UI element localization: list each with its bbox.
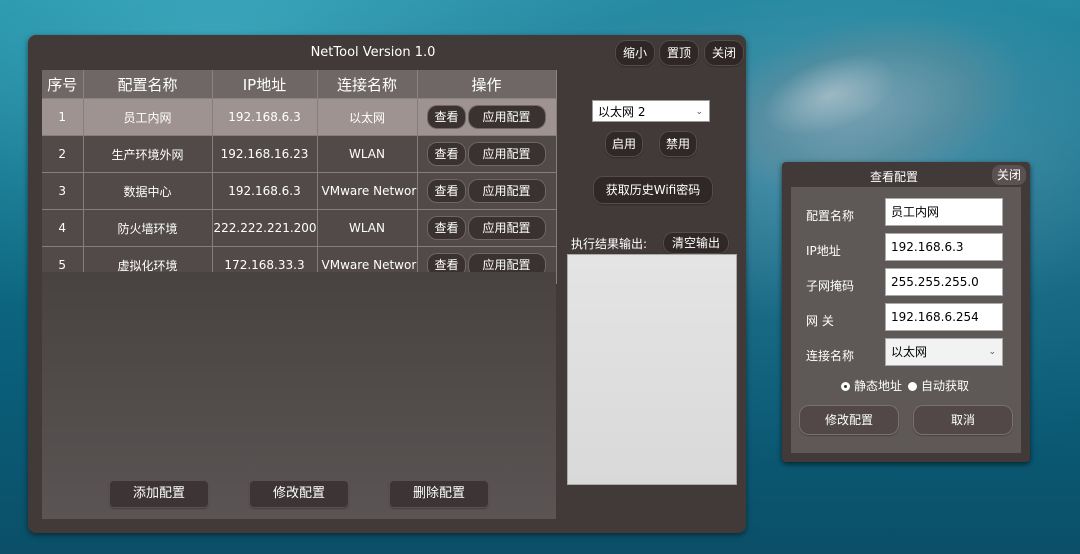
add-config-button[interactable]: 添加配置 xyxy=(110,481,208,507)
table-row[interactable]: 1 员工内网 192.168.6.3 以太网 查看 应用配置 xyxy=(42,98,557,136)
modify-config-button[interactable]: 修改配置 xyxy=(800,406,898,434)
row-number: 4 xyxy=(42,209,84,247)
apply-config-button[interactable]: 应用配置 xyxy=(468,143,545,165)
ip-field[interactable]: 192.168.6.3 xyxy=(885,233,1003,261)
dialog-body: 配置名称 员工内网 IP地址 192.168.6.3 子网掩码 255.255.… xyxy=(791,187,1021,453)
view-button[interactable]: 查看 xyxy=(428,217,465,239)
column-header: 连接名称 xyxy=(317,70,418,99)
apply-config-button[interactable]: 应用配置 xyxy=(468,217,545,239)
connection-name-label: 连接名称 xyxy=(806,349,855,363)
dhcp-label: 自动获取 xyxy=(921,379,970,393)
table-row[interactable]: 3 数据中心 192.168.6.3 VMware Network 查看 应用配置 xyxy=(42,172,557,210)
dialog-title: 查看配置 xyxy=(869,170,918,184)
adapter-select-value: 以太网 2 xyxy=(598,105,646,119)
chevron-down-icon: ⌄ xyxy=(695,107,703,117)
row-actions: 查看 应用配置 xyxy=(417,172,557,210)
row-number: 1 xyxy=(42,98,84,136)
row-ip: 192.168.16.23 xyxy=(212,135,318,173)
table-row[interactable]: 4 防火墙环境 222.222.221.200 WLAN 查看 应用配置 xyxy=(42,209,557,247)
view-button[interactable]: 查看 xyxy=(428,143,465,165)
row-config-name: 防火墙环境 xyxy=(83,209,213,247)
view-config-dialog: 查看配置 关闭 配置名称 员工内网 IP地址 192.168.6.3 子网掩码 … xyxy=(782,162,1030,462)
gateway-field[interactable]: 192.168.6.254 xyxy=(885,303,1003,331)
view-button[interactable]: 查看 xyxy=(428,180,465,202)
main-window: NetTool Version 1.0 缩小 置顶 关闭 序号 配置名称 IP地… xyxy=(28,35,746,533)
dialog-close-button[interactable]: 关闭 xyxy=(992,165,1027,185)
output-textarea[interactable] xyxy=(567,254,737,485)
dhcp-radio[interactable]: 自动获取 xyxy=(908,377,969,394)
connection-name-value: 以太网 xyxy=(891,345,928,359)
row-actions: 查看 应用配置 xyxy=(417,209,557,247)
disable-button[interactable]: 禁用 xyxy=(660,132,696,156)
apply-config-button[interactable]: 应用配置 xyxy=(468,106,545,128)
minimize-button[interactable]: 缩小 xyxy=(616,41,655,65)
column-header: IP地址 xyxy=(212,70,318,99)
static-address-label: 静态地址 xyxy=(854,379,903,393)
column-header: 操作 xyxy=(417,70,557,99)
chevron-down-icon: ⌄ xyxy=(988,347,996,357)
config-name-label: 配置名称 xyxy=(806,209,855,223)
row-ip: 192.168.6.3 xyxy=(212,98,318,136)
subnet-mask-label: 子网掩码 xyxy=(806,279,855,293)
adapter-select[interactable]: 以太网 2 ⌄ xyxy=(592,100,710,122)
column-header: 序号 xyxy=(42,70,84,99)
table-row[interactable]: 2 生产环境外网 192.168.16.23 WLAN 查看 应用配置 xyxy=(42,135,557,173)
subnet-mask-field[interactable]: 255.255.255.0 xyxy=(885,268,1003,296)
table-header: 序号 配置名称 IP地址 连接名称 操作 xyxy=(42,70,557,99)
enable-button[interactable]: 启用 xyxy=(606,132,642,156)
row-actions: 查看 应用配置 xyxy=(417,98,557,136)
close-button[interactable]: 关闭 xyxy=(705,41,744,65)
row-connection: WLAN xyxy=(317,209,418,247)
radio-unselected-icon xyxy=(908,382,917,391)
view-button[interactable]: 查看 xyxy=(428,106,465,128)
ip-label: IP地址 xyxy=(806,244,841,258)
delete-config-button[interactable]: 删除配置 xyxy=(390,481,488,507)
row-config-name: 员工内网 xyxy=(83,98,213,136)
row-config-name: 数据中心 xyxy=(83,172,213,210)
row-number: 3 xyxy=(42,172,84,210)
clear-output-button[interactable]: 清空输出 xyxy=(664,233,728,253)
row-connection: 以太网 xyxy=(317,98,418,136)
row-actions: 查看 应用配置 xyxy=(417,135,557,173)
row-connection: WLAN xyxy=(317,135,418,173)
row-number: 2 xyxy=(42,135,84,173)
window-title: NetTool Version 1.0 xyxy=(310,45,436,60)
radio-selected-icon xyxy=(841,382,850,391)
apply-config-button[interactable]: 应用配置 xyxy=(468,180,545,202)
row-config-name: 生产环境外网 xyxy=(83,135,213,173)
wifi-password-button[interactable]: 获取历史Wifi密码 xyxy=(594,177,712,203)
pin-top-button[interactable]: 置顶 xyxy=(660,41,699,65)
column-header: 配置名称 xyxy=(83,70,213,99)
config-table-panel: 序号 配置名称 IP地址 连接名称 操作 1 员工内网 192.168.6.3 … xyxy=(42,70,557,519)
row-ip: 192.168.6.3 xyxy=(212,172,318,210)
connection-name-select[interactable]: 以太网 ⌄ xyxy=(885,338,1003,366)
row-ip: 222.222.221.200 xyxy=(212,209,318,247)
static-address-radio[interactable]: 静态地址 xyxy=(841,377,902,394)
cancel-button[interactable]: 取消 xyxy=(914,406,1012,434)
row-connection: VMware Network xyxy=(317,172,418,210)
config-table: 序号 配置名称 IP地址 连接名称 操作 1 员工内网 192.168.6.3 … xyxy=(42,70,557,284)
output-label: 执行结果输出: xyxy=(571,237,648,251)
edit-config-button[interactable]: 修改配置 xyxy=(250,481,348,507)
gateway-label: 网 关 xyxy=(806,314,834,328)
config-name-field[interactable]: 员工内网 xyxy=(885,198,1003,226)
